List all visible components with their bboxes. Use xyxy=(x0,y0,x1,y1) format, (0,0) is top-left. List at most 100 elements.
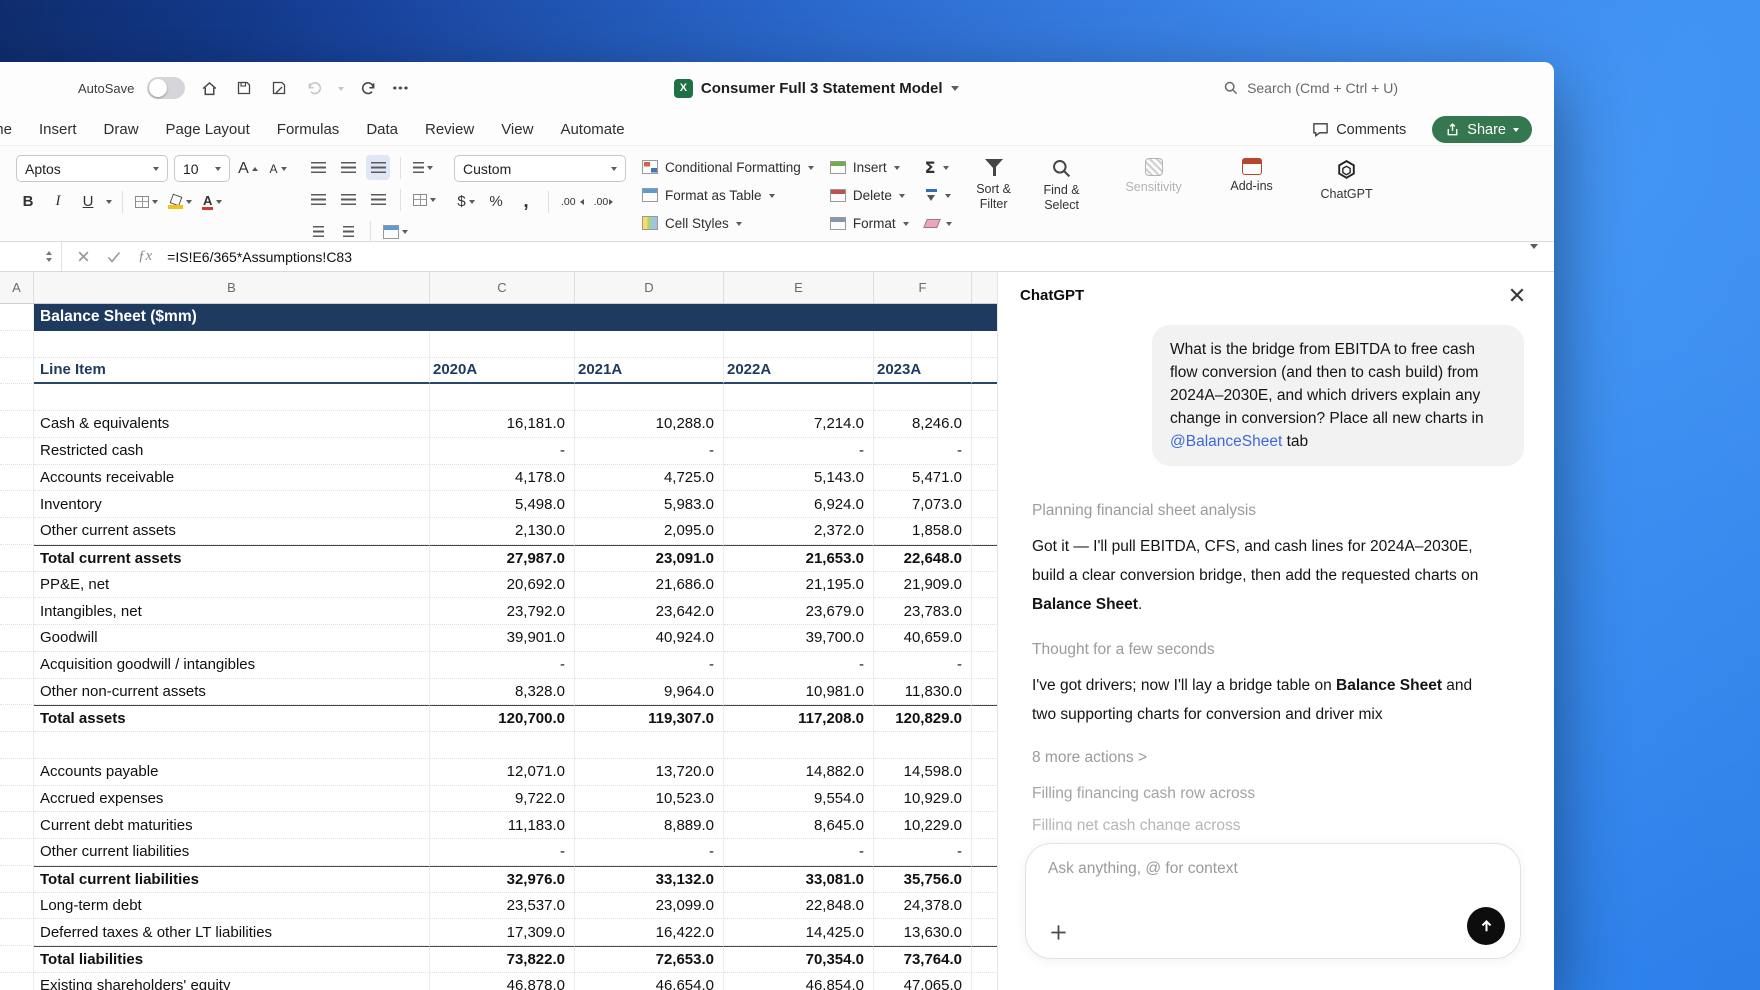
column-header-a[interactable]: A xyxy=(0,272,34,303)
cell-value[interactable]: 2022A xyxy=(724,357,874,385)
cell-line-item[interactable]: Accounts receivable xyxy=(34,464,430,492)
cell-value[interactable]: 39,700.0 xyxy=(724,625,874,652)
cell-value[interactable]: 8,246.0 xyxy=(874,411,972,438)
cell-value[interactable]: - xyxy=(430,651,575,679)
cell-value[interactable]: 39,901.0 xyxy=(430,625,575,652)
addins-button[interactable]: Add-ins xyxy=(1222,155,1282,194)
decrease-decimal-button[interactable]: .00 xyxy=(592,189,619,214)
cell-value[interactable]: - xyxy=(575,839,724,866)
cell-line-item[interactable]: Intangibles, net xyxy=(34,598,430,625)
cell-value[interactable]: 2,372.0 xyxy=(724,518,874,545)
cell-value[interactable]: 6,924.0 xyxy=(724,491,874,518)
cell-col-sliver[interactable] xyxy=(972,625,997,652)
cell-value[interactable] xyxy=(874,304,972,331)
cell-value[interactable]: 21,195.0 xyxy=(724,571,874,599)
tab-home[interactable]: Home xyxy=(0,121,12,138)
cell-col-a[interactable] xyxy=(0,437,34,465)
conditional-formatting-button[interactable]: Conditional Formatting xyxy=(642,156,814,178)
cell-col-sliver[interactable] xyxy=(972,946,997,973)
cell-line-item[interactable]: PP&E, net xyxy=(34,571,430,599)
cell-value[interactable]: 8,889.0 xyxy=(575,812,724,839)
formula-bar-expand-icon[interactable] xyxy=(1530,243,1554,269)
cell-col-a[interactable] xyxy=(0,491,34,518)
cell-value[interactable]: 23,099.0 xyxy=(575,892,724,920)
merge-center-button[interactable] xyxy=(411,187,438,212)
cell-value[interactable]: 16,422.0 xyxy=(575,919,724,946)
cell-value[interactable]: 8,645.0 xyxy=(724,812,874,839)
font-size-select[interactable]: 10 xyxy=(174,155,230,182)
cell-col-sliver[interactable] xyxy=(972,518,997,545)
cell-value[interactable]: 23,792.0 xyxy=(430,598,575,625)
formula-input[interactable]: =IS!E6/365*Assumptions!C83 xyxy=(167,249,352,265)
balance-sheet-mention[interactable]: @BalanceSheet xyxy=(1170,433,1282,450)
column-header-b[interactable]: B xyxy=(34,272,430,303)
cell-value[interactable]: 13,720.0 xyxy=(575,758,724,786)
cell-value[interactable]: 21,686.0 xyxy=(575,571,724,599)
cell-line-item[interactable]: Line Item xyxy=(34,357,430,385)
cell-col-sliver[interactable] xyxy=(972,331,997,358)
cell-col-sliver[interactable] xyxy=(972,812,997,839)
cell-col-sliver[interactable] xyxy=(972,652,997,679)
cell-col-a[interactable] xyxy=(0,518,34,545)
cell-value[interactable]: 10,523.0 xyxy=(575,785,724,813)
cell-value[interactable]: 46,854.0 xyxy=(724,972,874,990)
cell-line-item[interactable] xyxy=(34,384,430,411)
cell-value[interactable]: 13,630.0 xyxy=(874,919,972,946)
name-box-spinner[interactable] xyxy=(46,248,52,265)
cell-col-a[interactable] xyxy=(0,972,34,990)
cell-line-item[interactable]: Restricted cash xyxy=(34,437,430,465)
cell-value[interactable]: 46,654.0 xyxy=(575,972,724,990)
align-center-button[interactable] xyxy=(336,187,360,212)
sort-filter-button[interactable]: Sort & Filter xyxy=(968,155,1020,212)
cell-value[interactable] xyxy=(724,384,874,411)
cell-col-a[interactable] xyxy=(0,544,34,572)
cell-value[interactable]: 10,229.0 xyxy=(874,812,972,839)
cell-line-item[interactable]: Existing shareholders' equity xyxy=(34,972,430,990)
cell-value[interactable] xyxy=(724,732,874,759)
cell-value[interactable]: 12,071.0 xyxy=(430,758,575,786)
cell-value[interactable]: 23,091.0 xyxy=(575,544,724,572)
cell-line-item[interactable]: Accounts payable xyxy=(34,758,430,786)
more-actions-link[interactable]: 8 more actions > xyxy=(1032,749,1524,767)
cell-line-item[interactable]: Total current liabilities xyxy=(34,865,430,893)
font-color-button[interactable]: A xyxy=(200,189,224,214)
tab-page-layout[interactable]: Page Layout xyxy=(166,121,250,138)
tab-formulas[interactable]: Formulas xyxy=(277,121,340,138)
number-format-select[interactable]: Custom xyxy=(454,155,626,182)
autosum-button[interactable]: Σ xyxy=(925,156,952,178)
cell-col-sliver[interactable] xyxy=(972,865,997,893)
find-select-button[interactable]: Find & Select xyxy=(1036,155,1088,213)
cell-col-a[interactable] xyxy=(0,357,34,385)
cell-line-item[interactable]: Total liabilities xyxy=(34,946,430,973)
close-panel-button[interactable] xyxy=(1506,284,1528,306)
cell-value[interactable]: 117,208.0 xyxy=(724,705,874,732)
cell-value[interactable]: 4,178.0 xyxy=(430,464,575,492)
cell-value[interactable]: 2023A xyxy=(874,357,972,385)
chatgpt-addin-button[interactable]: ChatGPT xyxy=(1314,155,1380,202)
cell-value[interactable] xyxy=(430,732,575,759)
cell-value[interactable]: 10,288.0 xyxy=(575,411,724,438)
cell-col-sliver[interactable] xyxy=(972,411,997,438)
font-name-select[interactable]: Aptos xyxy=(16,155,168,182)
delete-cells-button[interactable]: Delete xyxy=(829,184,909,206)
cell-col-a[interactable] xyxy=(0,705,34,732)
cell-value[interactable] xyxy=(575,330,724,358)
cell-col-a[interactable] xyxy=(0,571,34,599)
cell-value[interactable]: - xyxy=(575,651,724,679)
cell-col-a[interactable] xyxy=(0,865,34,893)
undo-chevron-icon[interactable] xyxy=(338,86,345,94)
cell-styles-button[interactable]: Cell Styles xyxy=(642,212,814,234)
cell-col-sliver[interactable] xyxy=(972,679,997,706)
cell-value[interactable]: 33,132.0 xyxy=(575,865,724,893)
cell-value[interactable]: 17,309.0 xyxy=(430,919,575,946)
cell-col-sliver[interactable] xyxy=(972,973,997,990)
cell-col-a[interactable] xyxy=(0,839,34,866)
cell-value[interactable]: 16,181.0 xyxy=(430,411,575,438)
align-middle-button[interactable] xyxy=(336,155,360,180)
align-top-button[interactable] xyxy=(306,155,330,180)
cell-value[interactable]: 2021A xyxy=(575,357,724,385)
cell-line-item[interactable]: Accrued expenses xyxy=(34,785,430,813)
cell-line-item[interactable]: Other current liabilities xyxy=(34,839,430,866)
cell-value[interactable]: 23,642.0 xyxy=(575,598,724,625)
cell-col-sliver[interactable] xyxy=(972,759,997,786)
